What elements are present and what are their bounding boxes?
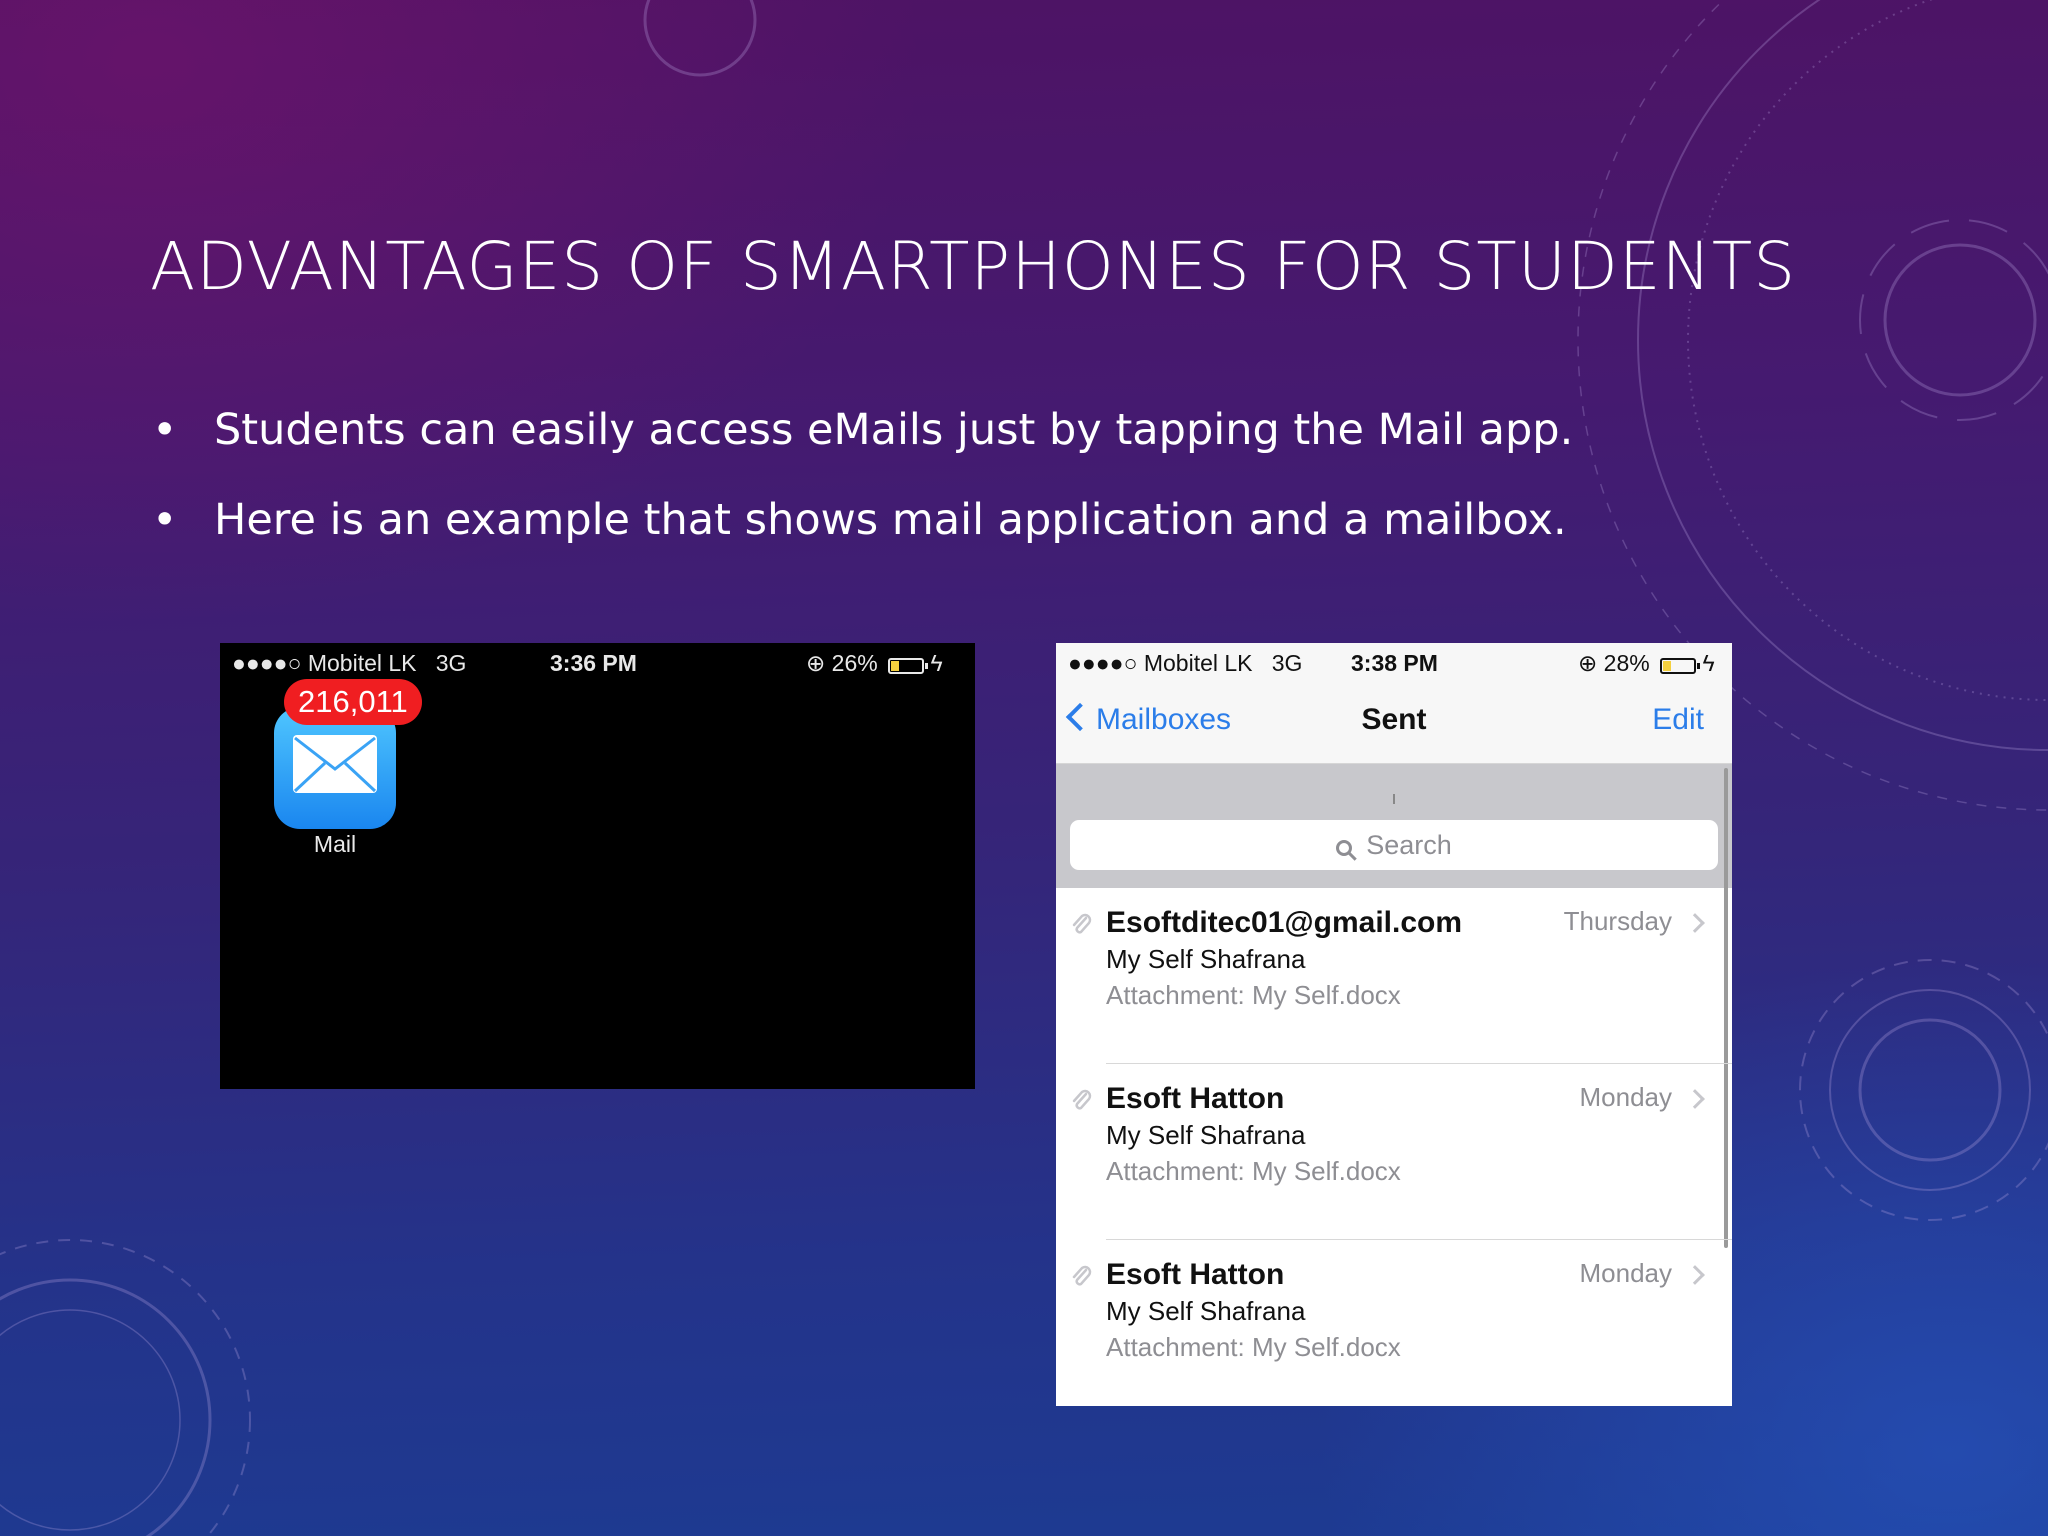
attachment-clip-icon [1072,1265,1092,1286]
signal-dots: ●●●●○ [1068,650,1138,676]
charging-bolt-icon: ϟ [930,650,943,676]
message-date: Monday [1579,1258,1673,1288]
signal-dots: ●●●●○ [232,650,302,676]
bullet-marker: • [152,495,178,545]
bullet-text: Here is an example that shows mail appli… [214,495,1567,545]
battery-percent: 26% [831,650,878,676]
mailbox-screenshot: ●●●●○ Mobitel LK 3G 3:38 PM ⊕ 28% ϟ Mail… [1056,643,1732,1406]
message-row[interactable]: Esoftditec01@gmail.com Thursday My Self … [1056,888,1732,1064]
search-placeholder: Search [1366,830,1452,860]
network-type: 3G [1271,650,1303,676]
message-date: Thursday [1563,906,1672,936]
battery-percent: 28% [1603,650,1650,676]
bullet-item: • Here is an example that shows mail app… [150,495,1573,585]
bullet-list: • Students can easily access eMails just… [150,405,1573,585]
orientation-lock-icon: ⊕ [806,650,826,676]
carrier-name: Mobitel LK [307,650,417,676]
message-preview: Attachment: My Self.docx [1106,1332,1401,1362]
nav-title: Sent [1361,703,1427,736]
message-subject: My Self Shafrana [1106,1120,1306,1150]
message-sender: Esoft Hatton [1106,1082,1285,1115]
mail-app-icon[interactable] [274,707,396,829]
bullet-marker: • [152,405,178,455]
battery-fill [891,661,900,671]
message-date: Monday [1579,1082,1673,1112]
chevron-right-icon [1685,1265,1705,1285]
carrier-info: ●●●●○ Mobitel LK 3G [232,650,466,677]
attachment-clip-icon [1072,1089,1092,1110]
status-right: ⊕ 28% ϟ [1578,650,1715,677]
unread-badge: 216,011 [284,679,422,725]
battery-icon [888,658,929,674]
search-input[interactable]: Search [1070,820,1718,870]
message-subject: My Self Shafrana [1106,1296,1306,1326]
mail-envelope-icon [293,735,377,793]
search-area: Search [1056,764,1732,888]
status-right: ⊕ 26% ϟ [806,650,943,677]
message-sender: Esoftditec01@gmail.com [1106,906,1463,939]
carrier-info: ●●●●○ Mobitel LK 3G [1068,650,1302,677]
network-type: 3G [435,650,467,676]
status-time: 3:36 PM [550,650,637,676]
charging-bolt-icon: ϟ [1702,650,1715,676]
battery-fill [1663,661,1672,671]
chevron-right-icon [1685,1089,1705,1109]
message-row[interactable]: Esoft Hatton Monday My Self Shafrana Att… [1056,1240,1732,1406]
battery-icon [1660,658,1701,674]
slide-title: ADVANTAGES OF SMARTPHONES FOR STUDENTS [150,228,1797,305]
nav-bar: Mailboxes Sent Edit [1056,683,1732,764]
message-preview: Attachment: My Self.docx [1106,1156,1401,1186]
status-time: 3:38 PM [1351,650,1438,676]
home-screen-screenshot: ●●●●○ Mobitel LK 3G 3:36 PM ⊕ 26% ϟ 216,… [220,643,975,1089]
attachment-clip-icon [1072,913,1092,934]
status-bar: ●●●●○ Mobitel LK 3G 3:38 PM ⊕ 28% ϟ [1056,643,1732,683]
message-sender: Esoft Hatton [1106,1258,1285,1291]
pull-indicator [1393,794,1395,804]
message-subject: My Self Shafrana [1106,944,1306,974]
edit-button[interactable]: Edit [1652,703,1704,737]
chevron-right-icon [1685,913,1705,933]
bullet-item: • Students can easily access eMails just… [150,405,1573,495]
orientation-lock-icon: ⊕ [1578,650,1598,676]
app-label: Mail [313,831,357,857]
message-row[interactable]: Esoft Hatton Monday My Self Shafrana Att… [1056,1064,1732,1240]
bullet-text: Students can easily access eMails just b… [214,405,1574,455]
carrier-name: Mobitel LK [1143,650,1253,676]
search-icon [1336,840,1353,856]
status-bar: ●●●●○ Mobitel LK 3G 3:36 PM ⊕ 26% ϟ [220,643,975,683]
message-preview: Attachment: My Self.docx [1106,980,1401,1010]
